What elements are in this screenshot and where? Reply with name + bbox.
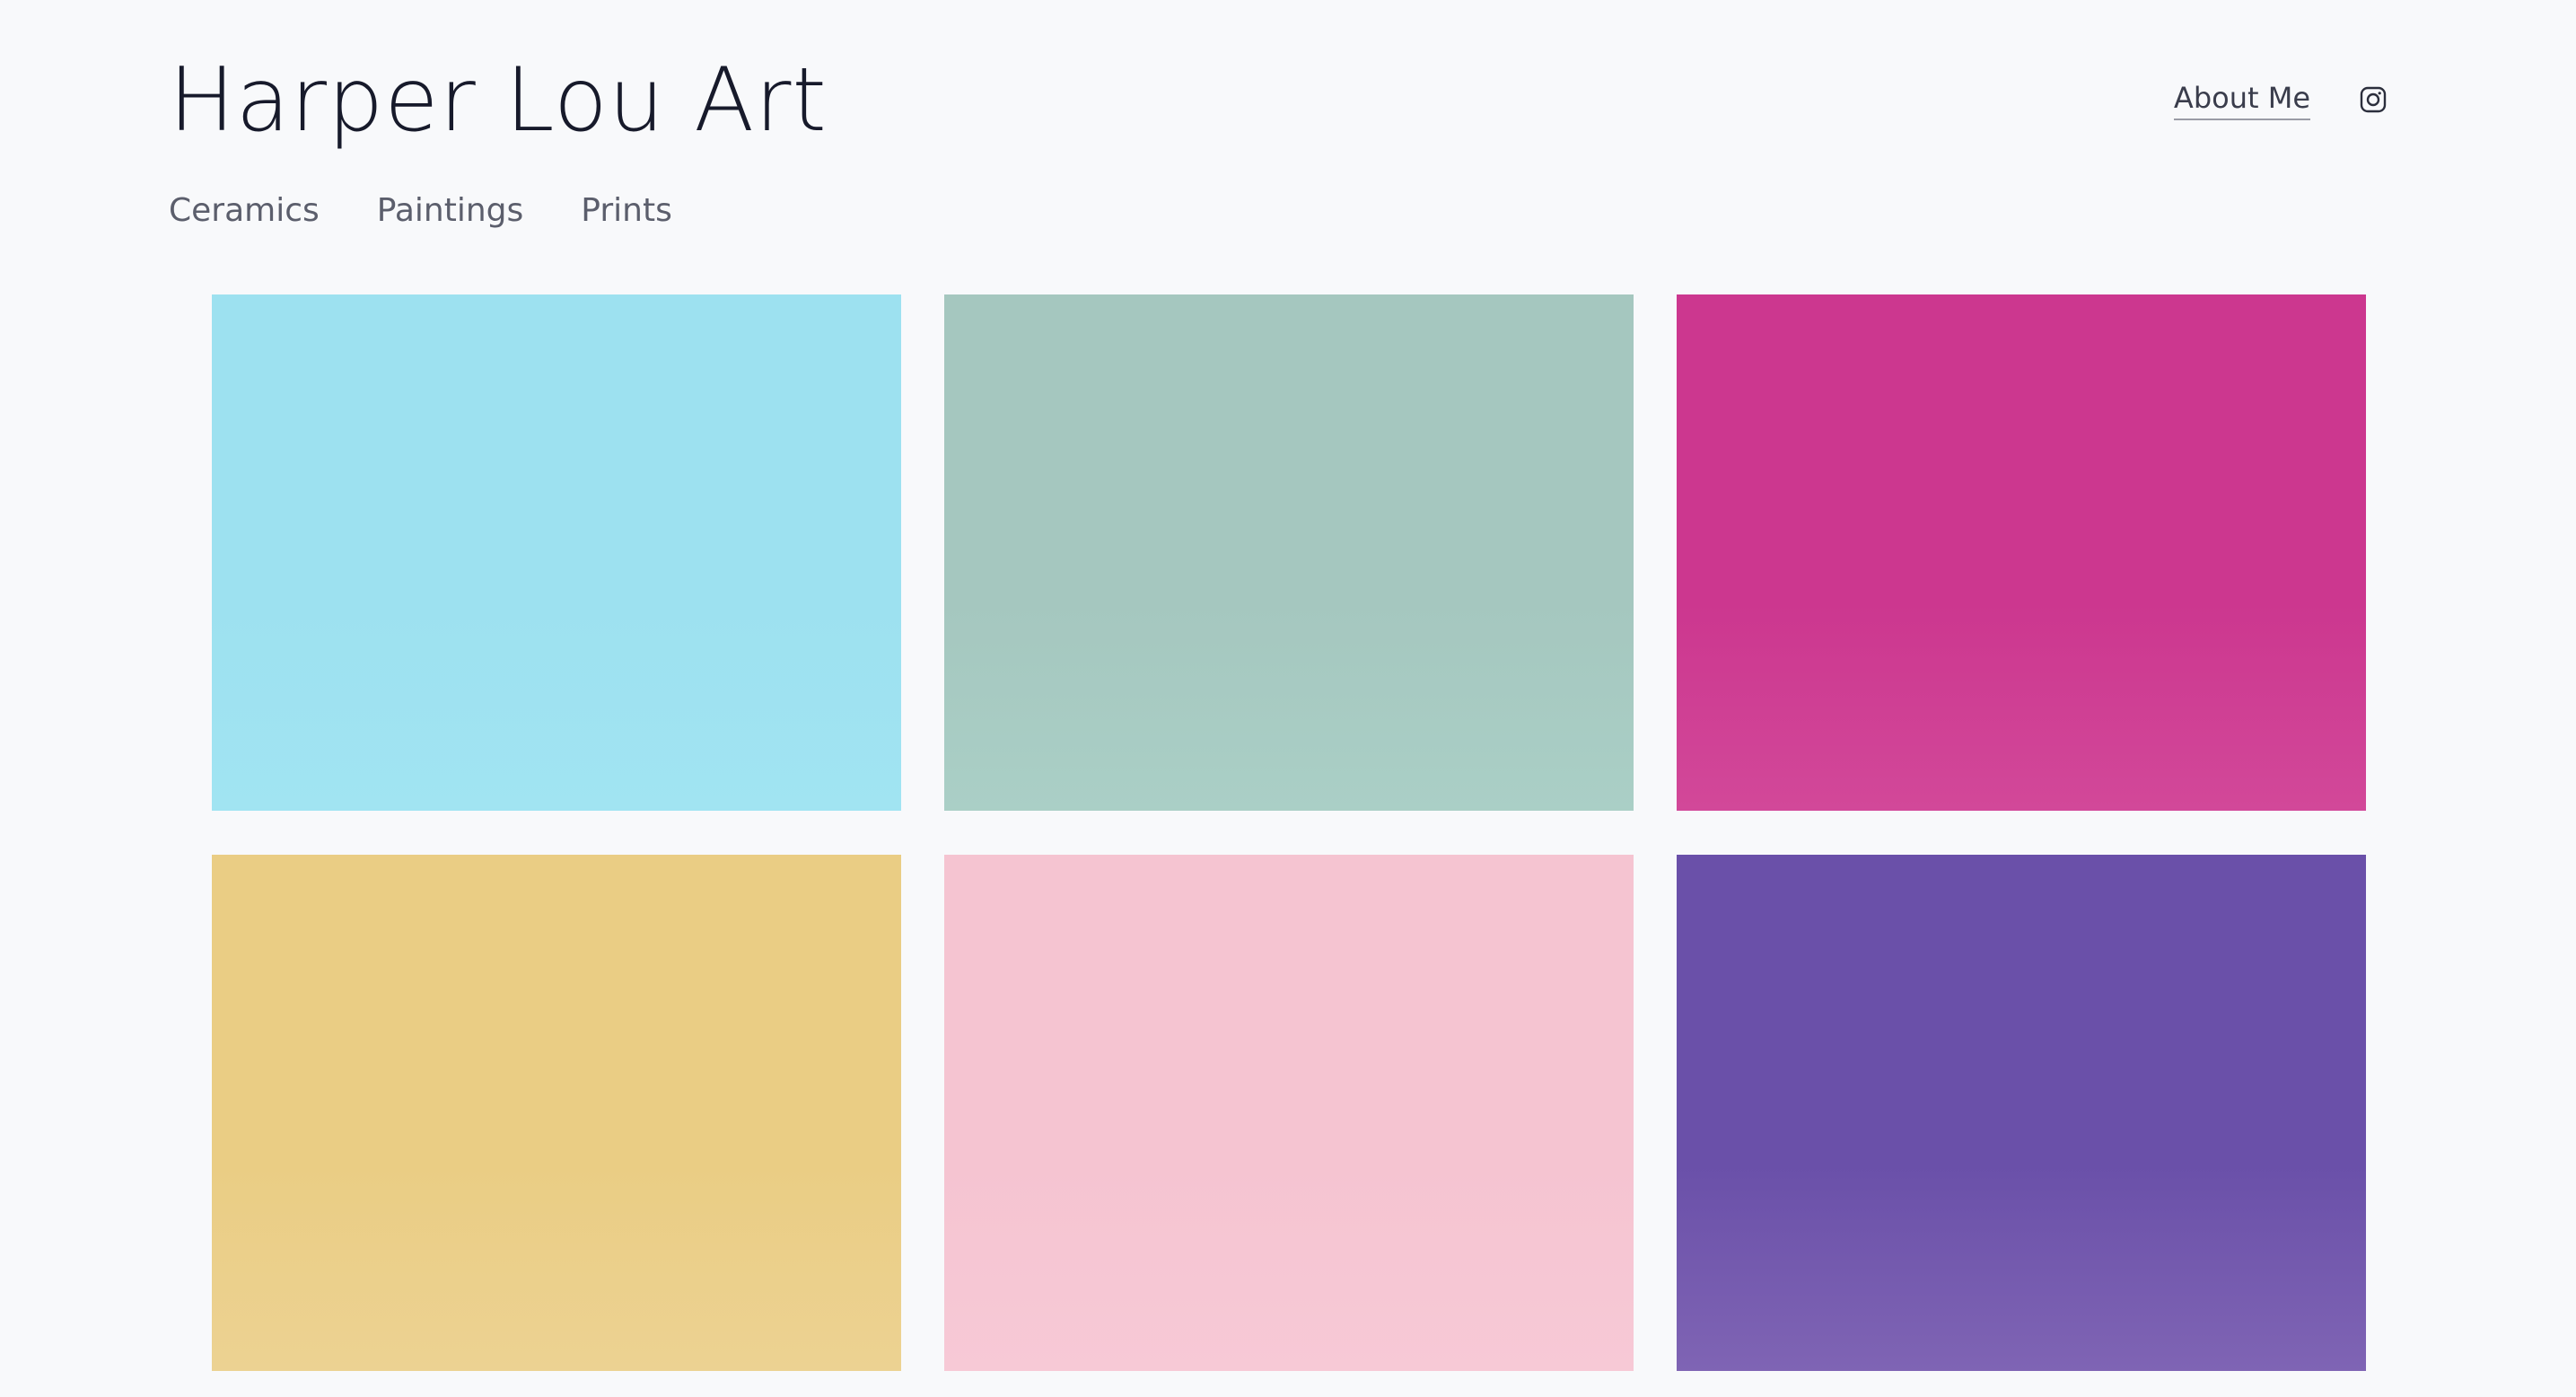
- nav-item-ceramics[interactable]: Ceramics: [169, 189, 320, 233]
- gallery-tile[interactable]: [944, 855, 1634, 1371]
- gallery-grid: [212, 294, 2366, 1371]
- gallery-tile[interactable]: [212, 294, 901, 811]
- header-actions: About Me: [2173, 79, 2388, 120]
- gallery-tile[interactable]: [1677, 294, 2366, 811]
- main-nav: Ceramics Paintings Prints: [169, 189, 672, 233]
- gallery-tile[interactable]: [1677, 855, 2366, 1371]
- site-title[interactable]: Harper Lou Art: [169, 47, 828, 154]
- nav-item-prints[interactable]: Prints: [581, 189, 672, 233]
- nav-item-paintings[interactable]: Paintings: [377, 189, 524, 233]
- gallery-tile[interactable]: [944, 294, 1634, 811]
- instagram-icon[interactable]: [2359, 85, 2388, 114]
- gallery-tile[interactable]: [212, 855, 901, 1371]
- portfolio-page: Harper Lou Art About Me Ceramics Paintin…: [0, 0, 2576, 1397]
- about-me-link[interactable]: About Me: [2173, 79, 2310, 120]
